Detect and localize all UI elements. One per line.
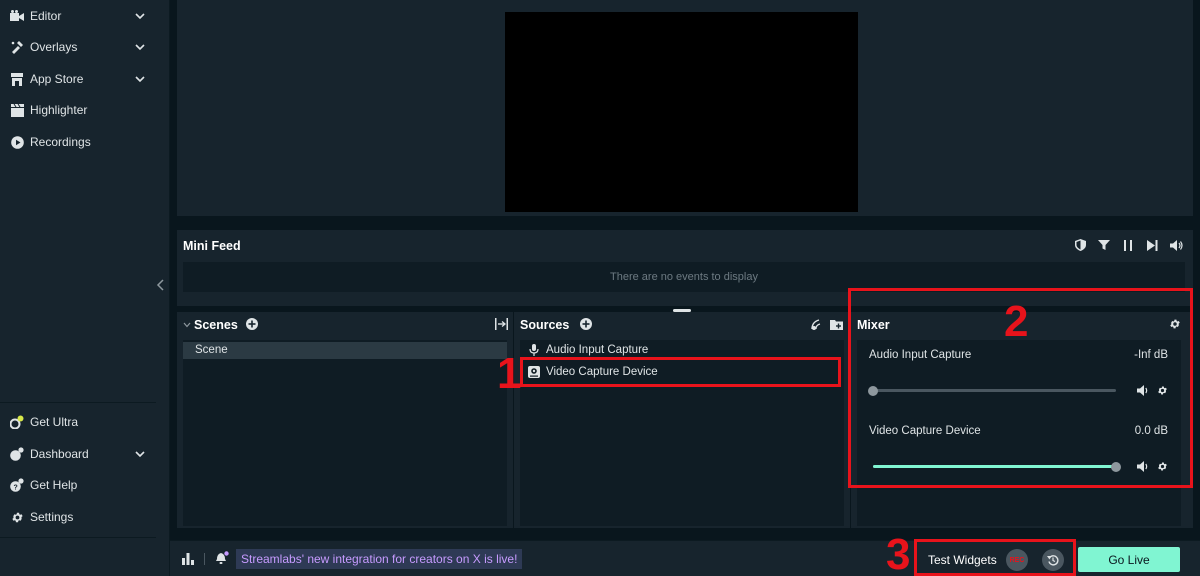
mini-feed-title: Mini Feed — [183, 239, 241, 253]
sidebar-item-dashboard[interactable]: Dashboard — [0, 440, 158, 468]
sidebar-item-label: Get Ultra — [30, 415, 79, 429]
volume-icon[interactable] — [1169, 238, 1183, 252]
promo-banner[interactable]: Streamlabs' new integration for creators… — [236, 549, 523, 569]
preview-canvas — [505, 12, 858, 212]
source-label: Audio Input Capture — [546, 344, 649, 356]
add-source-icon[interactable] — [580, 318, 592, 330]
sources-panel: Sources Audio Input Capture Video Captur… — [514, 312, 850, 528]
sidebar-item-label: Editor — [30, 9, 62, 23]
scenes-title: Scenes — [194, 318, 238, 332]
sidebar-item-label: App Store — [30, 72, 84, 86]
scenes-panel: Scenes Scene — [177, 312, 513, 528]
collapse-sidebar-icon[interactable] — [155, 278, 167, 292]
sidebar-item-get-help[interactable]: ? Get Help — [0, 471, 158, 499]
overlays-icon — [10, 40, 24, 54]
chevron-down-icon[interactable] — [183, 321, 191, 329]
footer-divider — [204, 553, 205, 565]
film-icon — [10, 9, 24, 23]
sidebar-item-settings[interactable]: Settings — [0, 503, 158, 531]
sidebar: Editor Overlays App Store Highlighter Re… — [0, 0, 170, 576]
annotation-box-3 — [914, 539, 1076, 576]
pause-icon[interactable] — [1121, 238, 1135, 252]
sidebar-item-recordings[interactable]: Recordings — [0, 128, 158, 156]
filter-icon[interactable] — [1097, 238, 1111, 252]
chevron-down-icon[interactable] — [134, 41, 146, 53]
go-live-button[interactable]: Go Live — [1078, 547, 1180, 572]
shield-icon[interactable] — [1073, 238, 1087, 252]
sidebar-divider — [0, 402, 156, 403]
sidebar-item-get-ultra[interactable]: Get Ultra — [0, 408, 158, 436]
svg-text:?: ? — [14, 485, 18, 492]
sidebar-item-label: Settings — [30, 510, 74, 524]
sidebar-item-label: Get Help — [30, 478, 78, 492]
mini-feed-controls — [1073, 238, 1183, 252]
skip-icon[interactable] — [1145, 238, 1159, 252]
source-settings-icon[interactable] — [811, 318, 824, 330]
sidebar-item-label: Dashboard — [30, 447, 89, 461]
stream-preview — [177, 0, 1193, 216]
sources-title: Sources — [520, 318, 570, 332]
sidebar-item-editor[interactable]: Editor — [0, 2, 158, 30]
help-icon: ? — [10, 478, 24, 492]
add-folder-icon[interactable] — [830, 318, 843, 330]
annotation-number-3: 3 — [886, 530, 911, 576]
bell-icon[interactable] — [215, 551, 229, 565]
chevron-down-icon[interactable] — [134, 73, 146, 85]
chevron-down-icon[interactable] — [134, 10, 146, 22]
store-icon — [10, 72, 24, 86]
sidebar-item-label: Recordings — [30, 135, 91, 149]
sidebar-item-highlighter[interactable]: Highlighter — [0, 96, 158, 124]
sidebar-item-label: Highlighter — [30, 103, 88, 117]
gear-icon — [10, 510, 24, 524]
bar-chart-icon[interactable] — [182, 553, 195, 565]
annotation-box-1 — [520, 357, 841, 387]
scene-transitions-icon[interactable] — [495, 318, 508, 330]
sidebar-item-overlays[interactable]: Overlays — [0, 33, 158, 61]
add-scene-icon[interactable] — [246, 318, 258, 330]
ultra-icon — [10, 415, 24, 429]
play-icon — [10, 135, 24, 149]
microphone-icon — [528, 344, 540, 356]
chevron-down-icon[interactable] — [134, 448, 146, 460]
scenes-list — [183, 340, 507, 526]
dashboard-icon — [10, 447, 24, 461]
annotation-number-2: 2 — [1004, 297, 1029, 346]
sidebar-divider — [0, 537, 156, 538]
sidebar-item-app-store[interactable]: App Store — [0, 65, 158, 93]
clapper-icon — [10, 103, 24, 117]
list-item[interactable]: Scene — [183, 342, 507, 359]
sidebar-item-label: Overlays — [30, 40, 78, 54]
annotation-number-1: 1 — [497, 349, 522, 398]
